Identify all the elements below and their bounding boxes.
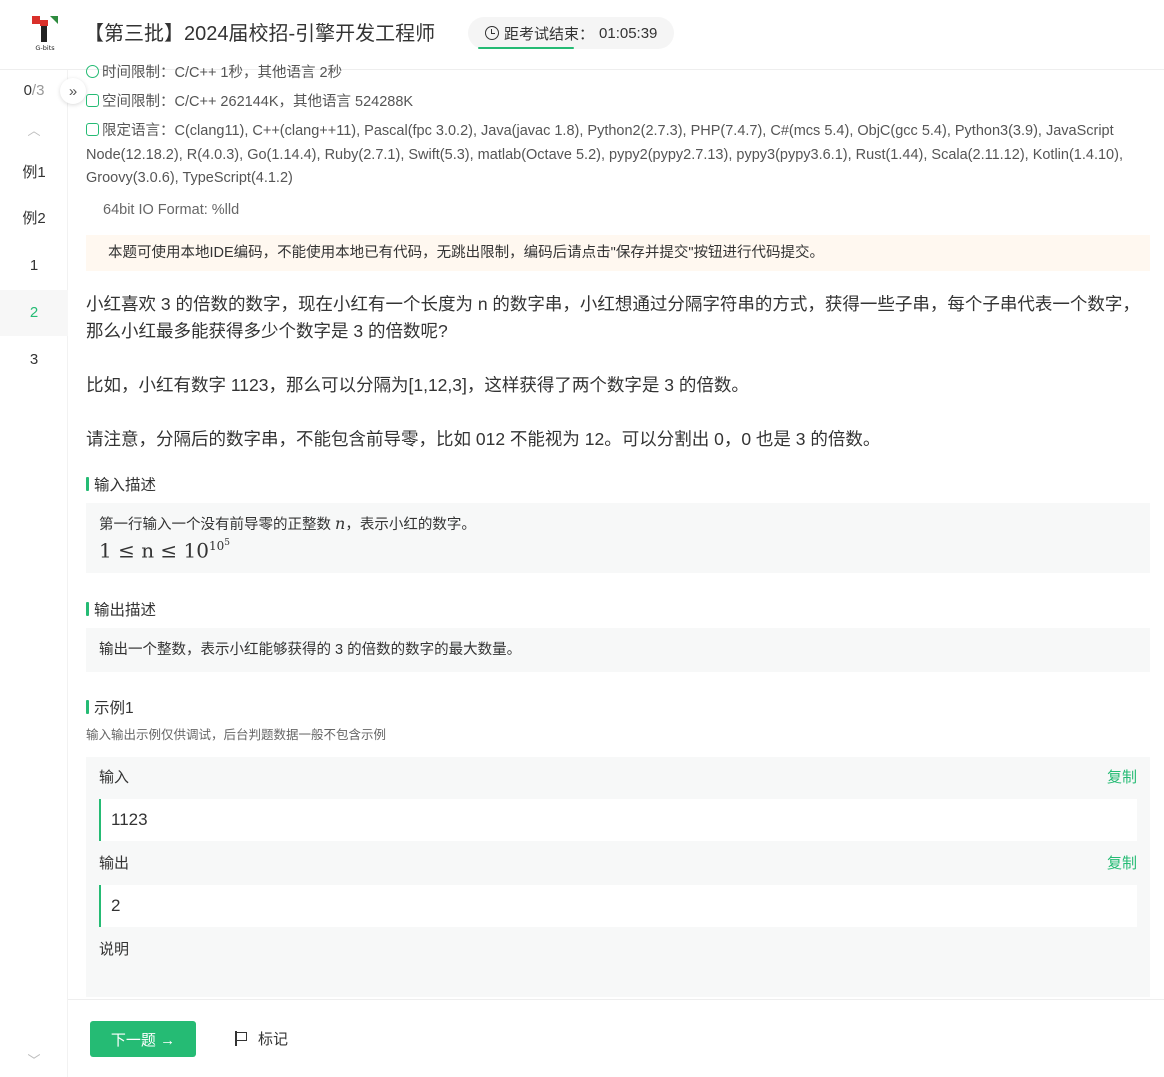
example-hint: 输入输出示例仅供调试，后台判题数据一般不包含示例 — [86, 727, 387, 742]
output-section-title: 输出描述 — [86, 598, 1150, 620]
input-desc-prefix: 第一行输入一个没有前导零的正整数 — [99, 516, 336, 533]
top-header: G-bits 【第三批】2024届校招-引擎开发工程师 距考试结束： 01:05… — [0, 0, 1164, 70]
timer-label: 距考试结束： — [504, 25, 595, 43]
language-limit-text: 限定语言：C(clang11), C++(clang++11), Pascal(… — [86, 123, 1123, 186]
description-paragraph-2: 比如，小红有数字 1123，那么可以分隔为[1,12,3]，这样获得了两个数字是… — [86, 374, 749, 395]
countdown-timer: 距考试结束： 01:05:39 — [468, 17, 675, 49]
ide-notice: 本题可使用本地IDE编码，不能使用本地已有代码，无跳出限制，编码后请点击"保存并… — [86, 234, 1150, 271]
example-explain-header: 说明 — [99, 939, 1137, 961]
expand-sidebar-button[interactable]: » — [60, 78, 86, 104]
sidebar-item-example-2[interactable]: 例2 — [0, 196, 68, 242]
input-section-title: 输入描述 — [86, 473, 1150, 495]
company-logo: G-bits — [32, 16, 58, 52]
example-explain-label: 说明 — [99, 940, 130, 958]
description-paragraph-3: 请注意，分隔后的数字串，不能包含前导零，比如 012 不能视为 12。可以分割出… — [86, 428, 881, 449]
scroll-down-icon[interactable]: ﹀ — [0, 1050, 68, 1069]
progress-total: /3 — [31, 82, 45, 99]
answer-progress: 0/3 — [0, 82, 68, 99]
time-limit-text: 时间限制：C/C++ 1秒，其他语言 2秒 — [102, 65, 343, 81]
flag-icon — [234, 1031, 248, 1046]
input-desc-suffix: ，表示小红的数字。 — [345, 516, 476, 533]
io-format: 64bit IO Format: %lld — [103, 201, 240, 218]
section-marker — [86, 601, 89, 616]
input-constraint: 1 ≤ n ≤ 10105 — [99, 538, 1137, 563]
output-title-text: 输出描述 — [94, 601, 157, 619]
constraint-exp2: 5 — [224, 537, 231, 548]
bottom-toolbar: 下一题 → 标记 — [68, 999, 1164, 1077]
svg-text:G-bits: G-bits — [35, 44, 55, 52]
section-marker — [86, 699, 89, 714]
progress-done: 0 — [23, 82, 32, 99]
time-limit: 时间限制：C/C++ 1秒，其他语言 2秒 — [86, 62, 1150, 84]
timer-value: 01:05:39 — [599, 24, 658, 42]
constraint-exp: 10 — [209, 538, 225, 553]
example-output-label: 输出 — [99, 854, 130, 872]
input-desc-var: n — [335, 513, 346, 533]
constraint-base: 1 ≤ n ≤ 10 — [99, 538, 209, 563]
sidebar-item-question-1[interactable]: 1 — [0, 243, 68, 289]
example-section-title: 示例1 — [86, 696, 1150, 718]
example-output-header: 输出 复制 — [99, 853, 1137, 875]
timer-progress-bar — [478, 47, 575, 49]
example-box: 输入 复制 1123 输出 复制 2 说明 — [86, 756, 1150, 997]
copy-output-button[interactable]: 复制 — [1107, 853, 1137, 875]
sidebar-item-example-1[interactable]: 例1 — [0, 150, 68, 196]
copy-input-button[interactable]: 复制 — [1107, 767, 1137, 789]
problem-content: 时间限制：C/C++ 1秒，其他语言 2秒 空间限制：C/C++ 262144K… — [86, 62, 1150, 997]
example-title-text: 示例1 — [94, 699, 134, 717]
example-input-label: 输入 — [99, 768, 130, 786]
clock-icon — [86, 65, 99, 78]
space-limit-text: 空间限制：C/C++ 262144K，其他语言 524288K — [102, 94, 414, 110]
code-icon — [86, 123, 99, 136]
example-input-value[interactable]: 1123 — [99, 798, 1137, 841]
mark-label: 标记 — [258, 1031, 289, 1048]
mark-question-button[interactable]: 标记 — [234, 1028, 288, 1049]
section-marker — [86, 476, 89, 491]
example-input-header: 输入 复制 — [99, 767, 1137, 789]
problem-description: 小红喜欢 3 的倍数的数字，现在小红有一个长度为 n 的数字串，小红想通过分隔字… — [86, 291, 1150, 453]
language-limit: 限定语言：C(clang11), C++(clang++11), Pascal(… — [86, 120, 1150, 191]
sidebar-item-question-2[interactable]: 2 — [0, 290, 68, 336]
double-chevron-right-icon: » — [68, 82, 78, 100]
sidebar-item-question-3[interactable]: 3 — [0, 337, 68, 383]
input-description: 第一行输入一个没有前导零的正整数 n，表示小红的数字。 — [99, 513, 1137, 534]
input-description-box: 第一行输入一个没有前导零的正整数 n，表示小红的数字。 1 ≤ n ≤ 1010… — [86, 502, 1150, 573]
example-output-value[interactable]: 2 — [99, 884, 1137, 927]
space-limit: 空间限制：C/C++ 262144K，其他语言 524288K — [86, 91, 1150, 113]
clock-icon — [485, 26, 499, 40]
cube-icon — [86, 94, 99, 107]
output-description: 输出一个整数，表示小红能够获得的 3 的倍数的数字的最大数量。 — [86, 627, 1150, 672]
exam-title: 【第三批】2024届校招-引擎开发工程师 — [84, 23, 436, 45]
description-paragraph-1: 小红喜欢 3 的倍数的数字，现在小红有一个长度为 n 的数字串，小红想通过分隔字… — [86, 293, 1140, 341]
scroll-up-icon[interactable]: ︿ — [0, 120, 68, 139]
question-sidebar: 0/3 » ︿ 例1 例2 1 2 3 ﹀ — [0, 70, 86, 1077]
next-question-button[interactable]: 下一题 → — [90, 1021, 196, 1057]
input-title-text: 输入描述 — [94, 476, 157, 494]
